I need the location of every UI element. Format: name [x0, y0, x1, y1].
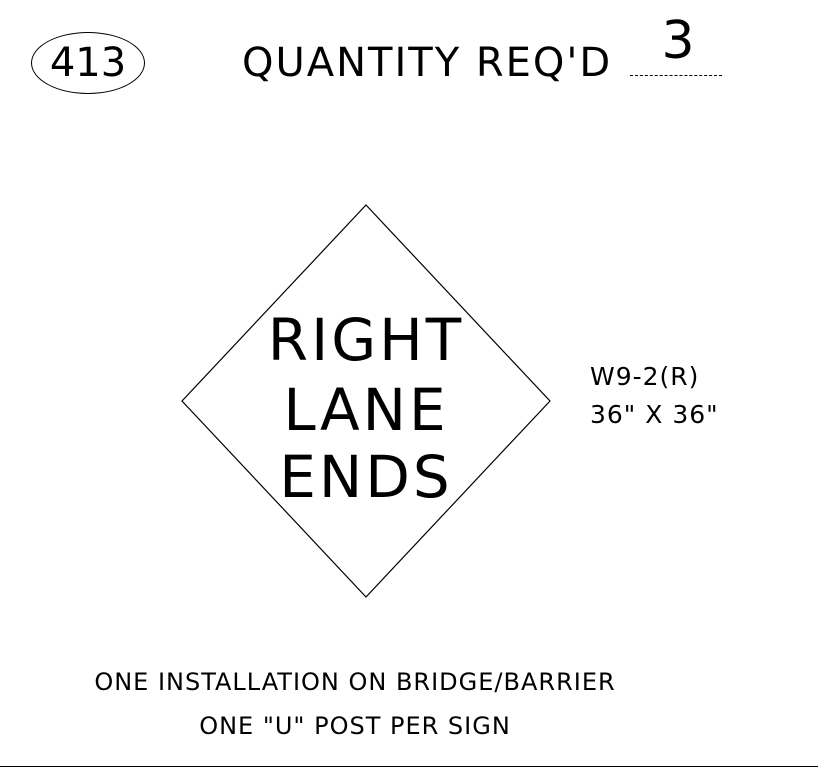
- sign-text-line-2: LANE: [283, 376, 449, 444]
- sign-number: 413: [49, 40, 127, 86]
- quantity-label: QUANTITY REQ'D: [242, 40, 613, 86]
- note-installation: ONE INSTALLATION ON BRIDGE/BARRIER: [94, 668, 616, 696]
- sign-size: 36" X 36": [590, 400, 719, 429]
- note-post: ONE "U" POST PER SIGN: [199, 712, 511, 740]
- sign-text-line-1: RIGHT: [267, 306, 465, 374]
- quantity-underline: [630, 75, 722, 76]
- sign-text-line-3: ENDS: [279, 443, 453, 511]
- quantity-value: 3: [661, 11, 695, 71]
- bottom-rule: [0, 766, 818, 767]
- sign-code: W9-2(R): [590, 362, 700, 391]
